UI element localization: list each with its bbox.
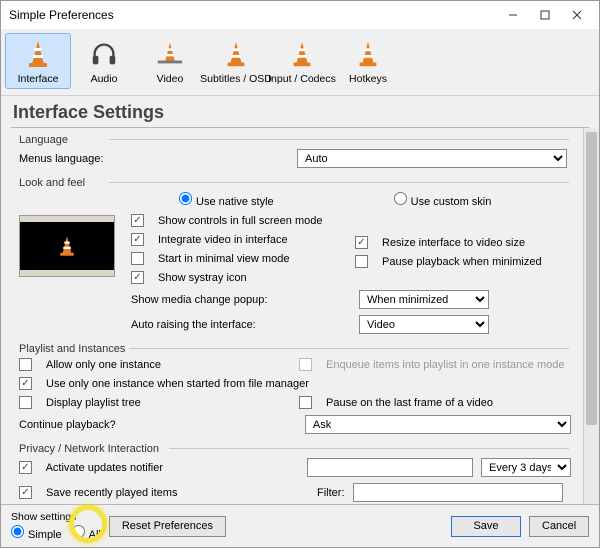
checkbox-resize-interface[interactable]	[355, 236, 368, 249]
tab-interface[interactable]: Interface	[5, 33, 71, 89]
group-look-and-feel: Look and feel	[19, 171, 579, 189]
checkbox-label: Pause on the last frame of a video	[326, 397, 493, 409]
checkbox-label: Pause playback when minimized	[382, 256, 542, 268]
radio-simple[interactable]: Simple	[11, 525, 62, 541]
tab-label: Subtitles / OSD	[200, 73, 272, 85]
group-language: Language	[19, 128, 579, 146]
close-button[interactable]	[561, 4, 593, 26]
scrollbar-thumb[interactable]	[586, 132, 597, 425]
minimize-button[interactable]	[497, 4, 529, 26]
filter-input[interactable]	[353, 483, 563, 502]
checkbox-pause-minimized[interactable]	[355, 255, 368, 268]
checkbox-enqueue-items	[299, 358, 312, 371]
tab-label: Input / Codecs	[268, 73, 336, 85]
checkbox-label: Use only one instance when started from …	[46, 378, 309, 390]
continue-playback-select[interactable]: Ask	[305, 415, 571, 434]
category-tabbar: Interface Audio Video Subtitles / OSD In…	[1, 29, 599, 96]
checkbox-label: Enqueue items into playlist in one insta…	[326, 359, 564, 371]
show-settings-label: Show settings	[11, 511, 101, 523]
skin-preview-thumbnail	[19, 215, 115, 277]
checkbox-only-one-instance[interactable]	[19, 358, 32, 371]
save-button[interactable]: Save	[451, 516, 521, 537]
group-privacy: Privacy / Network Interaction	[19, 437, 579, 455]
group-label: Playlist and Instances	[19, 343, 125, 355]
cone-icon	[154, 38, 186, 70]
radio-custom-skin[interactable]: Use custom skin	[394, 192, 492, 208]
group-label: Look and feel	[19, 177, 85, 189]
checkbox-label: Show systray icon	[158, 272, 247, 284]
page-title: Interface Settings	[1, 96, 599, 125]
continue-playback-label: Continue playback?	[19, 419, 297, 431]
tab-input-codecs[interactable]: Input / Codecs	[269, 33, 335, 89]
tab-label: Video	[157, 73, 184, 85]
tab-label: Interface	[18, 73, 59, 85]
checkbox-label: Show controls in full screen mode	[158, 215, 322, 227]
tab-video[interactable]: Video	[137, 33, 203, 89]
checkbox-one-instance-fm[interactable]	[19, 377, 32, 390]
checkbox-label: Activate updates notifier	[46, 462, 299, 474]
cone-icon	[286, 38, 318, 70]
updates-interval-field[interactable]	[307, 458, 473, 477]
menus-language-label: Menus language:	[19, 153, 289, 165]
filter-label: Filter:	[317, 487, 345, 499]
cone-icon	[352, 38, 384, 70]
checkbox-label: Start in minimal view mode	[158, 253, 289, 265]
updates-interval-select[interactable]: Every 3 days	[481, 458, 571, 477]
tab-hotkeys[interactable]: Hotkeys	[335, 33, 401, 89]
cancel-button[interactable]: Cancel	[529, 516, 589, 537]
radio-all[interactable]: All	[72, 525, 101, 541]
checkbox-activate-updates[interactable]	[19, 461, 32, 474]
scrollbar[interactable]	[583, 128, 599, 504]
auto-raise-select[interactable]: Video	[359, 315, 489, 334]
checkbox-label: Save recently played items	[46, 487, 309, 499]
media-popup-label: Show media change popup:	[131, 294, 351, 306]
tab-label: Hotkeys	[349, 73, 387, 85]
radio-native-style[interactable]: Use native style	[179, 192, 274, 208]
headphones-icon	[88, 38, 120, 70]
maximize-button[interactable]	[529, 4, 561, 26]
tab-label: Audio	[91, 73, 118, 85]
checkbox-start-minimal[interactable]	[131, 252, 144, 265]
checkbox-label: Display playlist tree	[46, 397, 141, 409]
native-style-radio[interactable]	[179, 192, 192, 205]
group-label: Language	[19, 134, 68, 146]
group-label: Privacy / Network Interaction	[19, 443, 159, 455]
checkbox-pause-last-frame[interactable]	[299, 396, 312, 409]
checkbox-show-controls-fullscreen[interactable]	[131, 214, 144, 227]
title-bar: Simple Preferences	[1, 1, 599, 29]
auto-raise-label: Auto raising the interface:	[131, 319, 351, 331]
checkbox-label: Resize interface to video size	[382, 237, 525, 249]
bottom-bar: Show settings Simple All Reset Preferenc…	[1, 504, 599, 547]
tab-audio[interactable]: Audio	[71, 33, 137, 89]
window-title: Simple Preferences	[7, 8, 497, 22]
reset-preferences-button[interactable]: Reset Preferences	[109, 516, 226, 537]
checkbox-show-systray[interactable]	[131, 271, 144, 284]
settings-content: Language Menus language: Auto Look and f…	[1, 128, 583, 504]
checkbox-label: Allow only one instance	[46, 359, 161, 371]
checkbox-display-playlist-tree[interactable]	[19, 396, 32, 409]
menus-language-select[interactable]: Auto	[297, 149, 567, 168]
custom-skin-radio[interactable]	[394, 192, 407, 205]
media-change-popup-select[interactable]: When minimized	[359, 290, 489, 309]
group-playlist: Playlist and Instances	[19, 337, 579, 355]
checkbox-label: Integrate video in interface	[158, 234, 288, 246]
checkbox-save-recent[interactable]	[19, 486, 32, 499]
tab-subtitles[interactable]: Subtitles / OSD	[203, 33, 269, 89]
cone-icon	[22, 38, 54, 70]
checkbox-integrate-video[interactable]	[131, 233, 144, 246]
cone-icon	[220, 38, 252, 70]
